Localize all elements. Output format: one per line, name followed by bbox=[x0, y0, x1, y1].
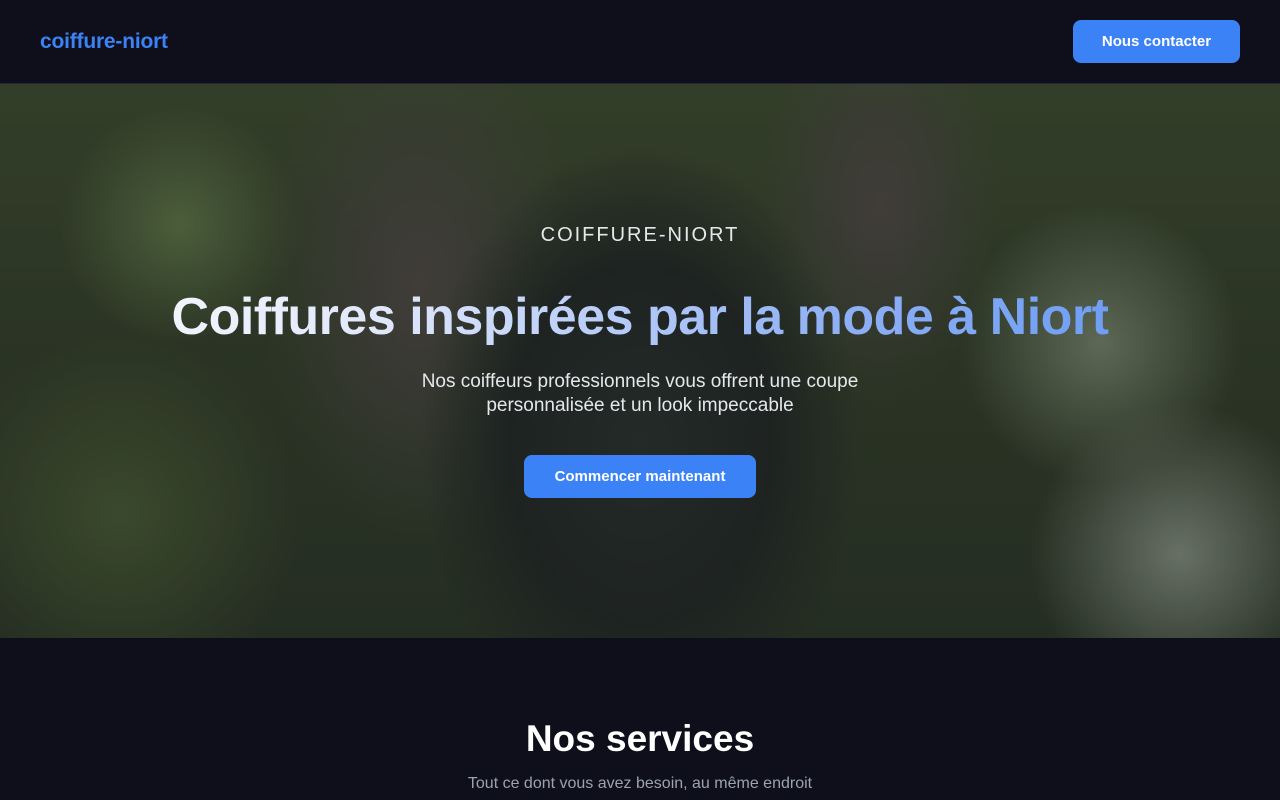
hero-eyebrow: COIFFURE-NIORT bbox=[540, 224, 740, 246]
hero-content: COIFFURE-NIORT Coiffures inspirées par l… bbox=[0, 84, 1280, 638]
hero-title: Coiffures inspirées par la mode à Niort bbox=[0, 287, 1280, 347]
hero-section: COIFFURE-NIORT Coiffures inspirées par l… bbox=[0, 84, 1280, 638]
contact-button[interactable]: Nous contacter bbox=[1073, 20, 1240, 63]
cta-button[interactable]: Commencer maintenant bbox=[524, 455, 756, 498]
brand-logo-link[interactable]: coiffure-niort bbox=[40, 30, 168, 54]
services-subtitle: Tout ce dont vous avez besoin, au même e… bbox=[467, 775, 813, 792]
services-title: Nos services bbox=[525, 718, 755, 759]
navbar: coiffure-niort Nous contacter bbox=[0, 0, 1280, 84]
services-section: Nos services Tout ce dont vous avez beso… bbox=[0, 638, 1280, 800]
hero-subtitle: Nos coiffeurs professionnels vous offren… bbox=[421, 371, 859, 416]
